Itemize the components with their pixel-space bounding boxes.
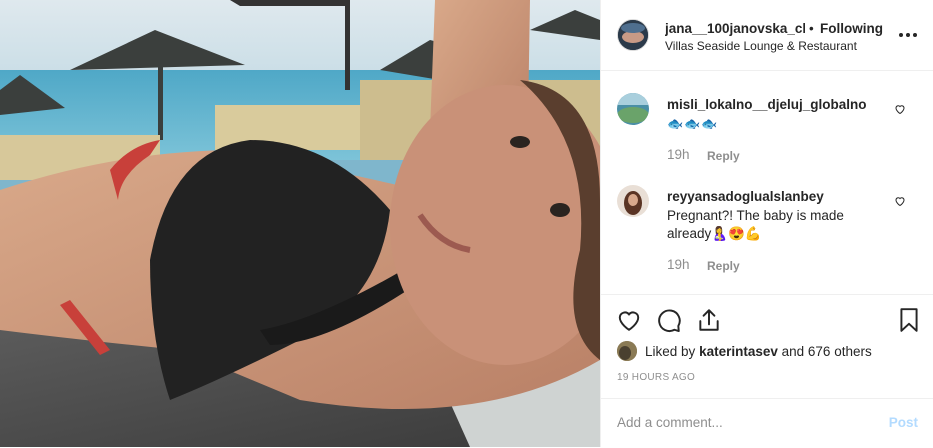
likes-prefix: Liked by	[645, 344, 696, 359]
more-horizontal-icon[interactable]	[899, 33, 917, 37]
likes-text[interactable]: Liked by katerintasev and 676 others	[645, 344, 872, 359]
following-button[interactable]: Following	[820, 21, 883, 36]
commenter-avatar[interactable]	[617, 185, 649, 217]
comment-icon[interactable]	[656, 307, 682, 333]
commenter-avatar-image	[617, 185, 649, 217]
post-timestamp[interactable]: 19 HOURS AGO	[617, 372, 695, 383]
post-button[interactable]: Post	[889, 415, 918, 430]
comment-username[interactable]: reyyansadoglualslanbey	[667, 189, 824, 204]
commenter-avatar-image	[617, 93, 649, 125]
comment-time[interactable]: 19h	[667, 257, 690, 272]
reply-button[interactable]: Reply	[707, 149, 740, 163]
liker-username[interactable]: katerintasev	[699, 344, 778, 359]
author-avatar-image	[618, 20, 648, 50]
post-location[interactable]: Villas Seaside Lounge & Restaurant	[665, 39, 857, 53]
likes-suffix[interactable]: and 676 others	[782, 344, 872, 359]
header-separator: •	[809, 21, 814, 36]
author-avatar[interactable]	[617, 19, 649, 51]
comment-text: 🐟🐟🐟	[667, 116, 719, 131]
comment-username[interactable]: misli_lokalno__djeluj_globalno	[667, 97, 867, 112]
heart-icon[interactable]	[894, 195, 906, 207]
post-sidebar: jana__100janovska_che • Following Villas…	[600, 0, 933, 447]
comment-text: Pregnant?! The baby is made already🤱😍💪	[667, 208, 844, 241]
bookmark-icon[interactable]	[896, 307, 922, 333]
heart-icon[interactable]	[616, 307, 642, 333]
commenter-avatar[interactable]	[617, 93, 649, 125]
post-photo	[0, 0, 600, 447]
reply-button[interactable]: Reply	[707, 259, 740, 273]
add-comment-bar: Post	[601, 398, 933, 448]
comment-time[interactable]: 19h	[667, 147, 690, 162]
post-actions	[601, 294, 933, 345]
heart-icon[interactable]	[894, 103, 906, 115]
post-header: jana__100janovska_che • Following Villas…	[601, 0, 933, 71]
comment-input[interactable]	[617, 415, 867, 430]
liker-avatar-image	[617, 341, 637, 361]
author-username[interactable]: jana__100janovska_che	[665, 21, 805, 36]
liker-avatar[interactable]	[617, 341, 637, 361]
share-icon[interactable]	[696, 307, 722, 333]
